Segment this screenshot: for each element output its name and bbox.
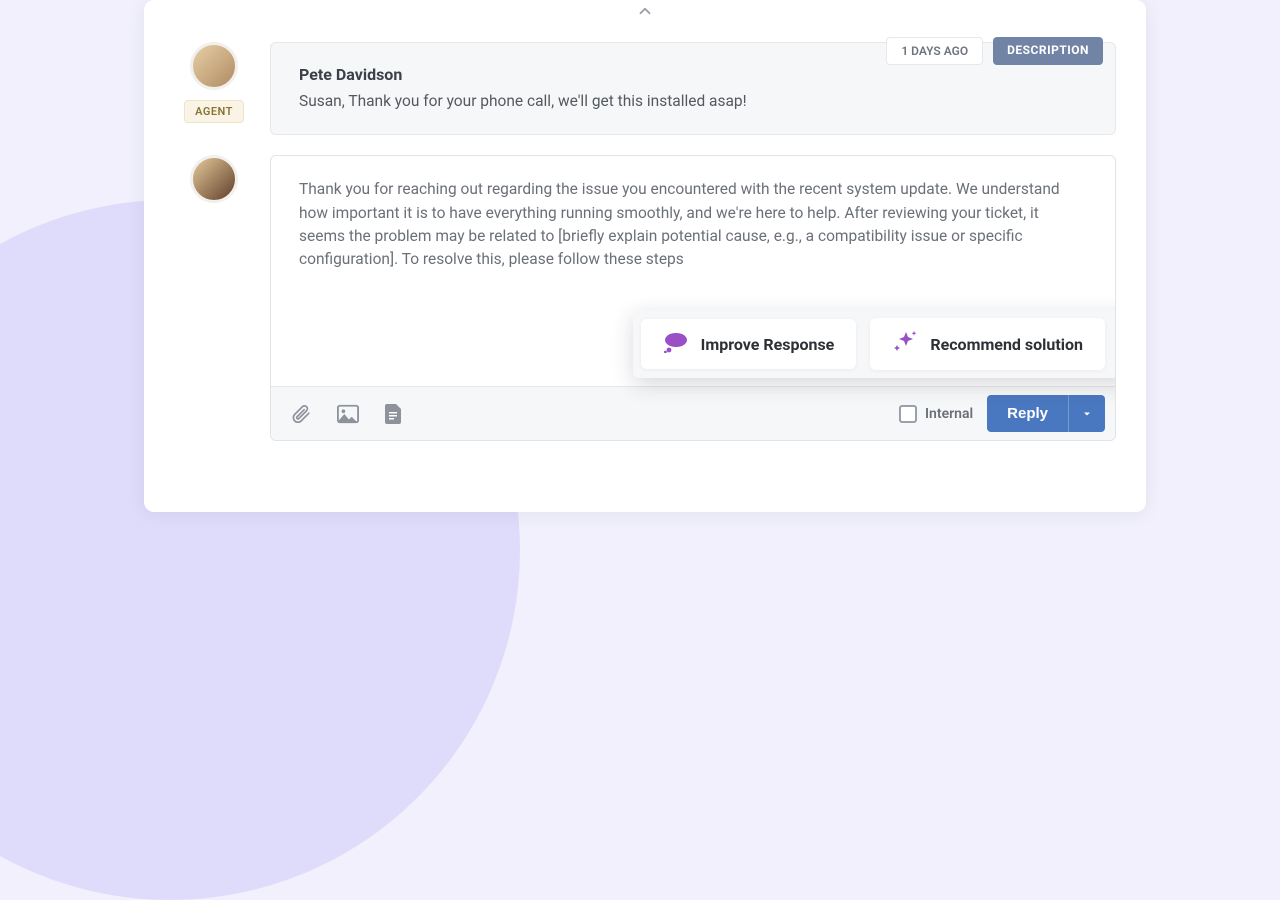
recommend-solution-button[interactable]: Recommend solution bbox=[870, 318, 1105, 370]
message-row: AGENT 1 DAYS AGO DESCRIPTION Pete Davids… bbox=[144, 24, 1146, 135]
chevron-down-icon bbox=[1081, 408, 1093, 420]
sparkles-icon bbox=[892, 330, 918, 358]
insert-document-button[interactable] bbox=[385, 404, 403, 424]
recommend-solution-label: Recommend solution bbox=[930, 335, 1083, 354]
ai-suggestion-bar: Improve Response Recommend solution bbox=[633, 310, 1116, 378]
message-body: Susan, Thank you for your phone call, we… bbox=[299, 90, 1087, 112]
agent-badge: AGENT bbox=[184, 100, 244, 123]
paperclip-icon bbox=[291, 404, 311, 424]
toolbar-left bbox=[291, 404, 403, 424]
reply-button[interactable]: Reply bbox=[987, 395, 1068, 432]
reply-dropdown-button[interactable] bbox=[1068, 395, 1105, 432]
message-author: Pete Davidson bbox=[299, 65, 1087, 84]
reply-editor: Thank you for reaching out regarding the… bbox=[270, 155, 1116, 441]
insert-image-button[interactable] bbox=[337, 404, 359, 424]
description-badge[interactable]: DESCRIPTION bbox=[993, 37, 1103, 65]
editor-toolbar: Internal Reply bbox=[271, 386, 1115, 440]
message-badges: 1 DAYS AGO DESCRIPTION bbox=[886, 37, 1103, 65]
chevron-up-icon bbox=[636, 2, 654, 20]
reply-author-column bbox=[182, 155, 246, 441]
ticket-card: AGENT 1 DAYS AGO DESCRIPTION Pete Davids… bbox=[144, 0, 1146, 512]
editor-row: Thank you for reaching out regarding the… bbox=[144, 135, 1146, 441]
internal-label: Internal bbox=[925, 406, 973, 422]
improve-response-button[interactable]: Improve Response bbox=[641, 319, 857, 369]
thought-cloud-icon bbox=[663, 331, 689, 357]
improve-response-label: Improve Response bbox=[701, 335, 835, 354]
avatar bbox=[190, 42, 238, 90]
collapse-handle[interactable] bbox=[144, 0, 1146, 24]
document-icon bbox=[385, 404, 403, 424]
avatar bbox=[190, 155, 238, 203]
toolbar-right: Internal Reply bbox=[899, 395, 1105, 432]
internal-checkbox[interactable]: Internal bbox=[899, 405, 973, 423]
attach-file-button[interactable] bbox=[291, 404, 311, 424]
checkbox-icon bbox=[899, 405, 917, 423]
timestamp-badge: 1 DAYS AGO bbox=[886, 37, 983, 65]
reply-button-group: Reply bbox=[987, 395, 1105, 432]
image-icon bbox=[337, 404, 359, 424]
author-column: AGENT bbox=[182, 42, 246, 123]
message-box: 1 DAYS AGO DESCRIPTION Pete Davidson Sus… bbox=[270, 42, 1116, 135]
